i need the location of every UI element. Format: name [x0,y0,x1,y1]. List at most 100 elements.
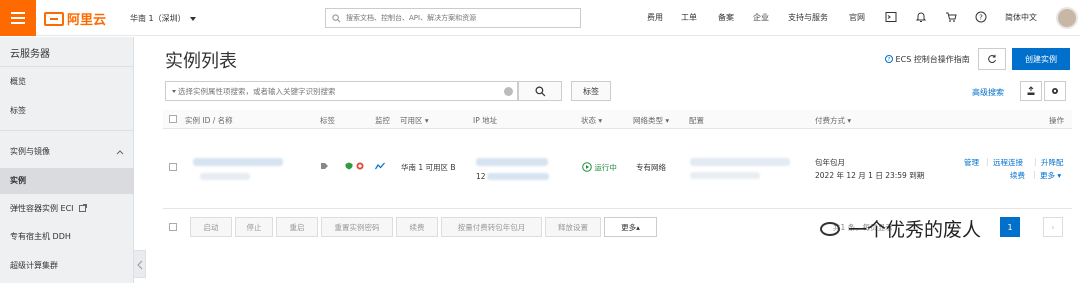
sidebar-item-instances[interactable]: 实例 [0,168,134,194]
monitor-chart-icon[interactable] [375,162,385,170]
svg-text:?: ? [888,57,891,63]
security-status-icon[interactable] [356,162,364,170]
expiry-date: 2022 年 12 月 1 日 23:59 到期 [815,171,925,180]
col-network-label: 网络类型 [633,116,663,125]
sidebar-item-ddh[interactable]: 专有宿主机 DDH [0,225,134,249]
nav-website[interactable]: 官网 [849,12,865,23]
col-status[interactable]: 状态 ▾ [581,115,602,126]
refresh-icon [988,54,996,64]
sidebar-item-overview[interactable]: 概览 [0,70,134,94]
bell-icon[interactable] [915,11,927,23]
sidebar-item-tags[interactable]: 标签 [0,99,134,123]
stop-button[interactable]: 停止 [235,217,273,237]
filter-input[interactable] [178,86,498,96]
top-navigation-bar: 阿里云 华南 1（深圳） 费用 工单 备案 企业 支持与服务 官网 ? 简体中文 [0,0,1080,36]
external-link-icon [79,204,88,212]
start-button[interactable]: 启动 [190,217,232,237]
clear-icon[interactable] [504,87,513,96]
col-zone[interactable]: 可用区 ▾ [400,115,429,126]
bulk-select-checkbox[interactable] [169,223,177,231]
page-1-button[interactable]: 1 [1000,217,1020,237]
instance-filter[interactable] [165,81,518,101]
advanced-search-link[interactable]: 高级搜索 [972,87,1004,98]
search-icon [332,13,341,22]
col-monitor: 监控 [375,116,390,125]
export-button[interactable] [1020,81,1042,101]
col-ip: IP 地址 [473,116,498,125]
sidebar-item-eci-label: 弹性容器实例 ECI [10,204,74,213]
instance-id-redacted[interactable] [193,158,283,166]
ip-partial: 12 [476,172,486,181]
col-tags: 标签 [320,116,335,125]
col-status-label: 状态 [581,116,596,125]
remote-connect-link[interactable]: 远程连接 [993,157,1023,168]
play-circle-icon [582,162,592,172]
cart-icon[interactable] [945,11,957,23]
private-ip-redacted[interactable] [487,173,549,180]
renew-button[interactable]: 续费 [396,217,438,237]
select-all-checkbox[interactable] [169,115,177,123]
nav-billing[interactable]: 费用 [647,12,663,23]
guide-link-label: ECS 控制台操作指南 [895,55,970,64]
refresh-button[interactable] [978,48,1006,70]
chevron-left-icon [137,260,143,270]
sidebar-group-label: 实例与镜像 [10,147,50,156]
sidebar-group-instances-images[interactable]: 实例与镜像 [0,140,134,164]
col-config: 配置 [689,116,704,125]
col-billing[interactable]: 付费方式 ▾ [815,115,851,126]
global-search-input[interactable] [346,14,576,22]
nav-icp[interactable]: 备案 [718,12,734,23]
guide-link[interactable]: ? ECS 控制台操作指南 [885,54,970,65]
row-checkbox[interactable] [169,163,177,171]
help-icon[interactable]: ? [975,11,987,23]
more-actions-label: 更多 [1040,171,1055,180]
col-network[interactable]: 网络类型 ▾ [633,115,669,126]
terminal-icon[interactable] [885,11,897,23]
public-ip-redacted[interactable] [476,158,548,166]
language-switch[interactable]: 简体中文 [1005,12,1037,23]
sidebar-item-eci[interactable]: 弹性容器实例 ECI [0,197,134,221]
avatar[interactable] [1056,7,1078,29]
next-page-button[interactable]: › [1043,217,1063,237]
bulk-more-label: 更多 [621,222,637,232]
config-redacted-2 [690,172,760,179]
gear-icon [1052,88,1058,94]
create-instance-button[interactable]: 创建实例 [1012,48,1070,70]
region-label: 华南 1（深圳） [130,14,186,23]
chevron-up-icon [116,150,124,155]
tag-icon[interactable] [320,162,329,170]
aliyun-logo[interactable]: 阿里云 [44,9,106,28]
convert-billing-button[interactable]: 按量付费转包年包月 [441,217,542,237]
search-button[interactable] [518,81,562,101]
region-selector[interactable]: 华南 1（深圳） [130,13,196,24]
logo-text: 阿里云 [67,13,107,28]
tag-filter-button[interactable]: 标签 [571,81,611,101]
restart-button[interactable]: 重启 [276,217,318,237]
zone-value: 华南 1 可用区 B [401,163,456,172]
release-settings-button[interactable]: 释放设置 [545,217,601,237]
resize-link[interactable]: 升降配 [1041,157,1064,168]
sidebar-collapse-handle[interactable] [134,250,146,278]
table-header: 实例 ID / 名称 标签 监控 可用区 ▾ IP 地址 状态 ▾ 网络类型 ▾… [163,110,1072,129]
action-divider: | [1034,157,1037,166]
global-search[interactable] [325,8,581,28]
bulk-more-button[interactable]: 更多 ▴ [604,217,657,237]
more-actions-link[interactable]: 更多 ▾ [1040,170,1061,181]
renew-link[interactable]: 续费 [1010,170,1025,181]
settings-button[interactable] [1044,81,1066,101]
manage-link[interactable]: 管理 [964,157,979,168]
nav-support[interactable]: 支持与服务 [788,12,828,23]
wechat-icon [820,222,840,236]
nav-tickets[interactable]: 工单 [681,12,697,23]
chevron-down-icon [189,16,196,21]
nav-enterprise[interactable]: 企业 [753,12,769,23]
col-instance-id: 实例 ID / 名称 [185,116,233,125]
status-text: 运行中 [594,163,617,172]
menu-icon[interactable] [0,0,36,36]
row-divider [163,208,1072,209]
shield-icon[interactable] [345,162,353,170]
sidebar-item-scc[interactable]: 超级计算集群 [0,254,134,278]
reset-password-button[interactable]: 重置实例密码 [321,217,393,237]
col-zone-label: 可用区 [400,116,423,125]
col-billing-label: 付费方式 [815,116,845,125]
